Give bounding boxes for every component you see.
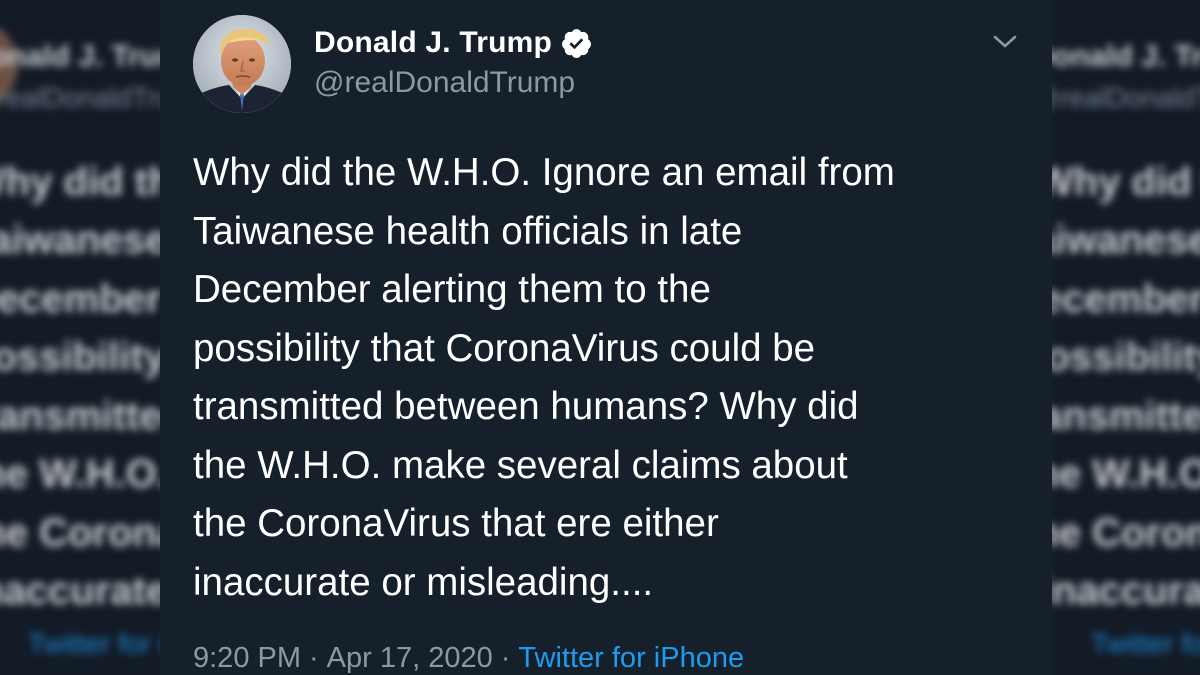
blurred-line-7-left: the CoronaVirus that ere either [0, 511, 160, 555]
blurred-background-right: Donald J. Trump @realDonaldTrump Why did… [1052, 0, 1200, 675]
avatar[interactable] [193, 15, 291, 113]
blurred-line-8-left: inaccurate or misleading.... [0, 569, 160, 613]
tweet-text-line: December alerting them to the [193, 268, 711, 311]
tweet-source-link[interactable]: Twitter for iPhone [518, 642, 744, 674]
tweet-text-line: possibility that CoronaVirus could be [193, 326, 816, 370]
blurred-line-5-right: transmitted between humans? Why did [1052, 394, 1200, 438]
blurred-display-name-right: Donald J. Trump [1052, 40, 1200, 73]
author-display-name[interactable]: Donald J. Trump [314, 26, 552, 60]
blurred-line-6-left: the W.H.O. make several claims about [0, 452, 160, 496]
blurred-background-right-content: Donald J. Trump @realDonaldTrump Why did… [1052, 0, 1200, 675]
blurred-line-3-left: December alerting them to the [0, 277, 160, 321]
tweet-text-line: transmitted between humans? Why did [193, 385, 859, 428]
blurred-line-2-right: Taiwanese health officials in late [1052, 218, 1200, 262]
blurred-handle-right: @realDonaldTrump [1052, 82, 1200, 113]
blurred-source-right: Twitter for iPhone [1091, 628, 1200, 659]
tweet-text-line: Why did the W.H.O. Ignore an email from [193, 151, 895, 194]
blurred-line-1-right: Why did the W.H.O. Ignore an email from [1052, 160, 1200, 204]
tweet-text-line: inaccurate or misleading.... [193, 560, 654, 604]
blurred-source-left: Twitter for iPhone [28, 628, 160, 659]
tweet-screenshot: Donald J. Trump @realDonaldTrump Why did… [0, 0, 1200, 675]
verified-badge-icon [560, 27, 593, 60]
blurred-display-name-left: Donald J. Trump [0, 40, 160, 73]
tweet-text-line: Taiwanese health officials in late [193, 209, 743, 253]
tweet-text-line: the W.H.O. make several claims about [193, 443, 848, 487]
blurred-background-left: Donald J. Trump @realDonaldTrump Why did… [0, 0, 160, 675]
blurred-line-3-right: December alerting them to the [1052, 277, 1200, 321]
author-handle[interactable]: @realDonaldTrump [314, 66, 575, 100]
blurred-handle-left: @realDonaldTrump [0, 82, 160, 113]
profile-photo-icon [193, 15, 291, 113]
tweet-text-line: the CoronaVirus that ere either [193, 502, 719, 545]
blurred-line-6-right: the W.H.O. make several claims about [1052, 452, 1200, 496]
blurred-line-5-left: transmitted between humans? Why did [0, 394, 160, 438]
tweet-card: Donald J. Trump @realDonaldTrump Why did… [160, 0, 1052, 675]
tweet-metadata: 9:20 PM · Apr 17, 2020 · Twitter for iPhone [193, 642, 744, 675]
separator-dot: · [500, 642, 511, 674]
separator-dot: · [309, 642, 319, 674]
blurred-line-1-left: Why did the W.H.O. Ignore an email from [0, 160, 160, 204]
blurred-background-left-content: Donald J. Trump @realDonaldTrump Why did… [0, 0, 160, 675]
tweet-text: Why did the W.H.O. Ignore an email from … [193, 144, 1043, 612]
tweet-date[interactable]: Apr 17, 2020 [327, 642, 493, 674]
author-name-row[interactable]: Donald J. Trump [314, 26, 593, 60]
tweet-time[interactable]: 9:20 PM [193, 642, 301, 674]
blurred-line-2-left: Taiwanese health officials in late [0, 218, 160, 262]
chevron-down-icon[interactable] [990, 26, 1020, 56]
blurred-line-4-right: possibility that CoronaVirus could be [1052, 335, 1200, 379]
blurred-line-7-right: the CoronaVirus that ere either [1052, 511, 1200, 555]
blurred-line-4-left: possibility that CoronaVirus could be [0, 335, 160, 379]
blurred-line-8-right: inaccurate or misleading.... [1052, 569, 1200, 613]
